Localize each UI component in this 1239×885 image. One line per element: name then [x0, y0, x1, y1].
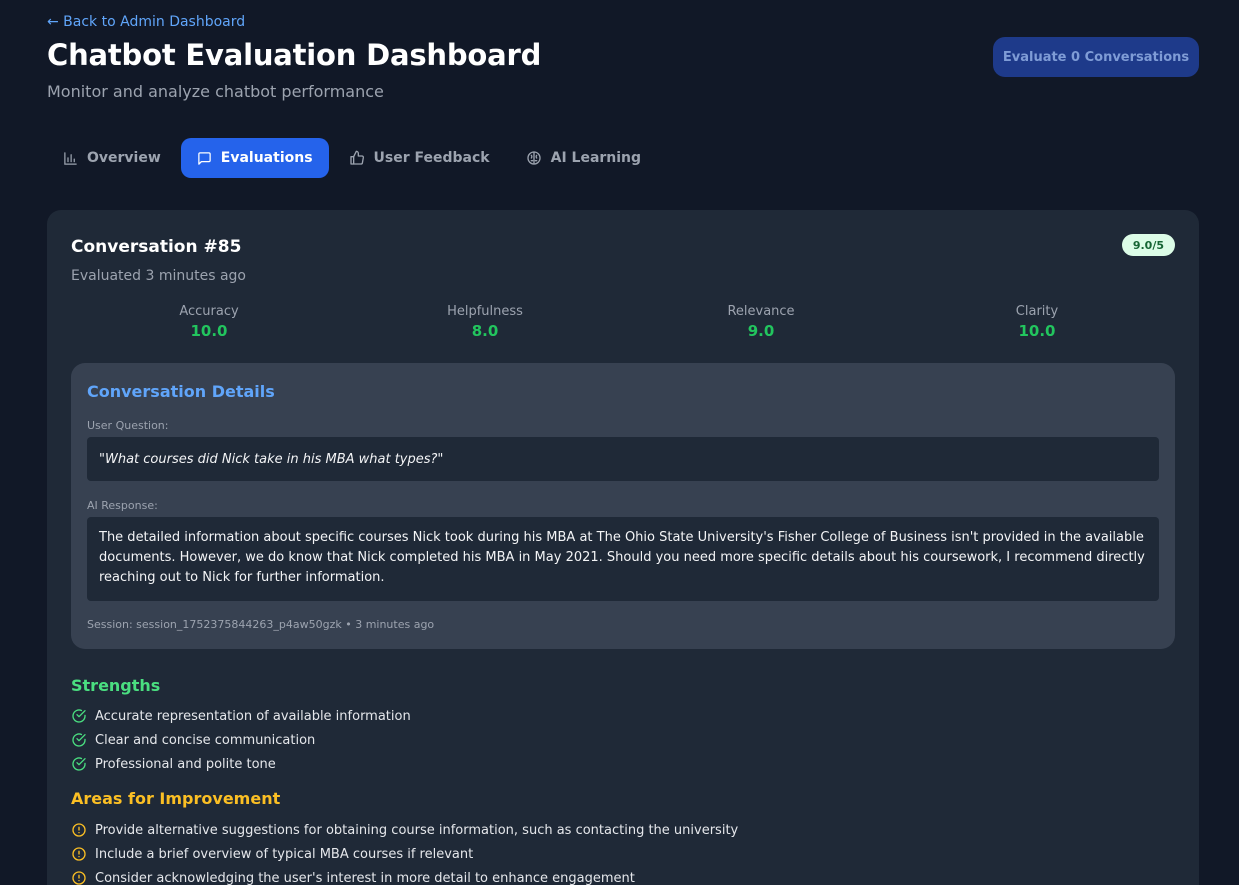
improvement-item: Include a brief overview of typical MBA …: [71, 842, 738, 866]
tab-ai-learning-label: AI Learning: [550, 150, 642, 166]
evaluated-time: Evaluated 3 minutes ago: [71, 268, 246, 284]
metrics-row: Accuracy 10.0 Helpfulness 8.0 Relevance …: [71, 304, 1175, 340]
alert-circle-icon: [72, 847, 86, 861]
metric-label: Clarity: [1015, 304, 1059, 319]
improvements-title: Areas for Improvement: [71, 789, 281, 808]
improvements-list: Provide alternative suggestions for obta…: [71, 818, 738, 885]
brain-icon: [526, 151, 541, 165]
tab-bar: Overview Evaluations User Feedback AI Le…: [47, 138, 661, 178]
improvement-text: Include a brief overview of typical MBA …: [95, 846, 474, 862]
alert-circle-icon: [72, 871, 86, 885]
tab-evaluations[interactable]: Evaluations: [180, 138, 329, 178]
page: ← Back to Admin Dashboard Chatbot Evalua…: [0, 0, 1239, 885]
page-title: Chatbot Evaluation Dashboard: [47, 38, 542, 72]
back-to-admin-link[interactable]: ← Back to Admin Dashboard: [47, 14, 245, 30]
session-info: Session: session_1752375844263_p4aw50gzk…: [87, 618, 435, 631]
strength-text: Accurate representation of available inf…: [95, 708, 411, 724]
metric-clarity: Clarity 10.0: [899, 304, 1175, 340]
thumbs-up-icon: [349, 150, 364, 165]
metric-accuracy: Accuracy 10.0: [71, 304, 347, 340]
conversation-title: Conversation #85: [71, 237, 242, 257]
message-square-icon: [198, 151, 211, 165]
check-circle-icon: [72, 733, 86, 747]
metric-value: 8.0: [471, 322, 499, 340]
improvement-text: Consider acknowledging the user's intere…: [95, 870, 635, 885]
ai-response-label: AI Response:: [87, 499, 158, 512]
user-question-text: "What courses did Nick take in his MBA w…: [87, 437, 1159, 481]
conversation-details-title: Conversation Details: [87, 382, 275, 401]
ai-response-text: The detailed information about specific …: [87, 517, 1159, 601]
strength-item: Clear and concise communication: [71, 728, 411, 752]
tab-evaluations-label: Evaluations: [220, 150, 313, 166]
check-circle-icon: [72, 709, 86, 723]
tab-user-feedback[interactable]: User Feedback: [333, 138, 506, 178]
strength-item: Accurate representation of available inf…: [71, 704, 411, 728]
strength-text: Professional and polite tone: [95, 756, 276, 772]
metric-value: 10.0: [1018, 322, 1056, 340]
strengths-list: Accurate representation of available inf…: [71, 704, 411, 776]
metric-value: 10.0: [190, 322, 228, 340]
check-circle-icon: [72, 757, 86, 771]
evaluate-conversations-button[interactable]: Evaluate 0 Conversations: [993, 37, 1199, 77]
metric-label: Helpfulness: [447, 304, 523, 319]
strength-text: Clear and concise communication: [95, 732, 316, 748]
metric-label: Relevance: [727, 304, 795, 319]
page-subtitle: Monitor and analyze chatbot performance: [47, 82, 384, 101]
tab-overview[interactable]: Overview: [47, 138, 177, 178]
metric-relevance: Relevance 9.0: [623, 304, 899, 340]
metric-label: Accuracy: [179, 304, 239, 319]
user-question-label: User Question:: [87, 419, 169, 432]
improvement-item: Provide alternative suggestions for obta…: [71, 818, 738, 842]
tab-user-feedback-label: User Feedback: [373, 150, 490, 166]
alert-circle-icon: [72, 823, 86, 837]
evaluation-card: Conversation #85 9.0/5 Evaluated 3 minut…: [47, 210, 1199, 885]
improvement-text: Provide alternative suggestions for obta…: [95, 822, 739, 838]
tab-overview-label: Overview: [87, 150, 161, 166]
strength-item: Professional and polite tone: [71, 752, 411, 776]
metric-value: 9.0: [747, 322, 775, 340]
metric-helpfulness: Helpfulness 8.0: [347, 304, 623, 340]
conversation-details-panel: Conversation Details User Question: "Wha…: [71, 363, 1175, 649]
bar-chart-icon: [64, 151, 77, 165]
score-badge: 9.0/5: [1121, 234, 1175, 256]
tab-ai-learning[interactable]: AI Learning: [510, 138, 657, 178]
improvement-item: Consider acknowledging the user's intere…: [71, 866, 738, 885]
strengths-title: Strengths: [71, 676, 161, 695]
